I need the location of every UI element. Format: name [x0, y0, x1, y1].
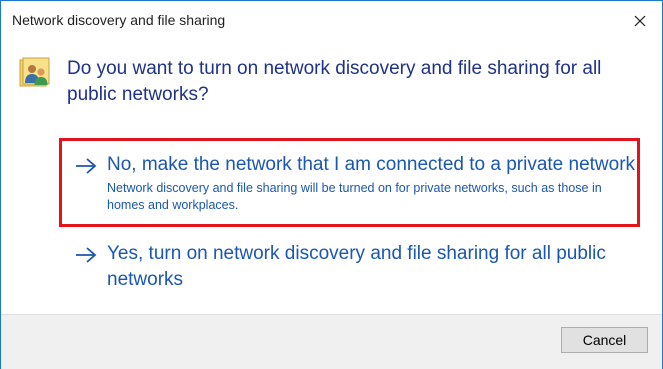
arrow-right-icon: [76, 158, 97, 174]
private-network-option-note: Network discovery and file sharing will …: [107, 181, 602, 212]
close-icon: [634, 15, 646, 26]
main-instruction: Do you want to turn on network discovery…: [67, 58, 602, 105]
private-network-option-title: No, make the network that I am connected…: [107, 154, 636, 175]
window-title: Network discovery and file sharing: [12, 12, 226, 28]
close-button[interactable]: [618, 1, 662, 40]
public-networks-option[interactable]: Yes, turn on network discovery and file …: [63, 241, 637, 297]
cancel-button[interactable]: Cancel: [561, 327, 648, 353]
dialog-window: Network discovery and file sharing Do yo…: [0, 0, 663, 369]
private-network-option[interactable]: No, make the network that I am connected…: [63, 152, 637, 220]
dialog-content: Do you want to turn on network discovery…: [1, 40, 662, 314]
network-users-icon: [19, 57, 50, 87]
dialog-footer: Cancel: [1, 314, 662, 369]
arrow-right-icon: [76, 247, 97, 263]
title-bar[interactable]: Network discovery and file sharing: [1, 1, 662, 40]
public-networks-option-title: Yes, turn on network discovery and file …: [107, 243, 606, 290]
